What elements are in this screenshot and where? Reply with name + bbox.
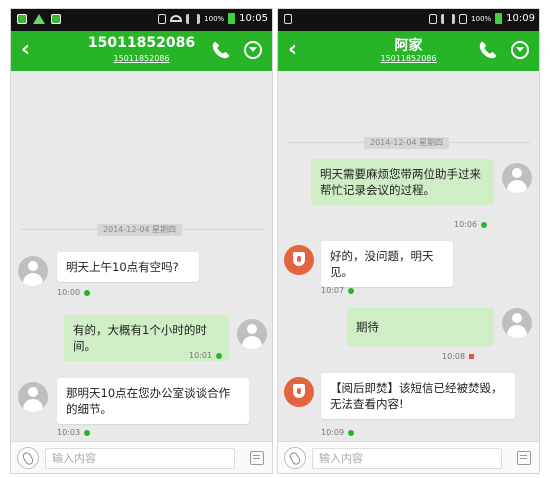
delivered-dot-icon [216,352,223,359]
home-icon [33,14,45,24]
message-time-text: 10:08 [442,352,466,361]
more-options-icon[interactable] [511,41,529,59]
call-icon[interactable] [210,39,232,61]
message-time-text: 10:01 [189,351,213,360]
contact-title: 15011852086 [87,35,196,51]
conversation-header: ‹ 15011852086 15011852086 [11,31,272,71]
message-time: 10:06 [454,220,488,229]
message-time-text: 10:03 [57,428,81,437]
contact-number[interactable]: 15011852086 [11,54,272,63]
message-time-text: 10:06 [454,220,478,229]
battery-icon [228,13,236,24]
message-list[interactable]: 2014-12-04 星期四 明天需要麻烦您带两位助手过来帮忙记录会议的过程。 … [278,71,539,441]
message-list[interactable]: 2014-12-04 星期四 明天上午10点有空吗? 10:00 有的，大概有1… [11,71,272,441]
message-bubble-outgoing[interactable]: 明天需要麻烦您带两位助手过来帮忙记录会议的过程。 [311,159,494,205]
status-bar: 100% 10:05 [11,9,272,31]
message-input[interactable]: 输入内容 [312,448,502,469]
call-icon[interactable] [477,39,499,61]
app-notification-icon [51,14,61,24]
lock-notification-icon [284,14,292,24]
conversation-header: ‹ 阿家 15011852086 [278,31,539,71]
attach-icon[interactable] [284,447,306,469]
status-flag-icon [469,354,475,359]
sms-notification-icon [17,14,27,24]
date-divider: 2014-12-04 星期四 [97,224,183,236]
burn-after-reading-avatar[interactable] [284,245,314,275]
signal-icon [441,13,456,24]
message-time: 10:09 [321,428,355,437]
delivered-dot-icon [348,429,355,436]
my-avatar[interactable] [237,319,267,349]
my-avatar[interactable] [502,308,532,338]
message-bubble-outgoing[interactable]: 期待 [347,308,494,346]
compose-bar: 输入内容 [11,441,272,473]
burn-after-reading-avatar[interactable] [284,377,314,407]
status-bar: 100% 10:09 [278,9,539,31]
battery-icon [495,13,503,24]
delivered-dot-icon [84,289,91,296]
message-time: 10:03 [57,428,91,437]
message-bubble-incoming[interactable]: 好的，没问题，明天见。 [321,241,453,287]
signal-icon [186,13,201,24]
message-time-text: 10:00 [57,288,81,297]
contact-number[interactable]: 15011852086 [278,54,539,63]
phone-screen-right: 100% 10:09 ‹ 阿家 15011852086 2014-12-04 星… [277,8,540,474]
delivered-dot-icon [481,221,488,228]
delivered-dot-icon [84,429,91,436]
contact-avatar[interactable] [18,382,48,412]
sim-icon [429,13,438,24]
date-divider: 2014-12-04 星期四 [364,137,450,149]
wifi-icon [170,15,183,22]
delivered-dot-icon [348,287,355,294]
quick-reply-icon[interactable] [250,451,264,465]
compose-bar: 输入内容 [278,441,539,473]
status-time: 10:09 [506,13,535,24]
more-options-icon[interactable] [244,41,262,59]
message-bubble-incoming[interactable]: 那明天10点在您办公室谈谈合作的细节。 [57,378,249,424]
message-time: 10:08 [442,352,475,361]
battery-percent: 100% [204,14,225,23]
sim-icon [158,13,167,24]
phone-screen-left: 100% 10:05 ‹ 15011852086 15011852086 201… [10,8,273,474]
message-time-text: 10:09 [321,428,345,437]
contact-avatar[interactable] [18,256,48,286]
message-input[interactable]: 输入内容 [45,448,235,469]
quick-reply-icon[interactable] [517,451,531,465]
message-time-text: 10:07 [321,286,345,295]
message-bubble-burned[interactable]: 【阅后即焚】该短信已经被焚毁，无法查看内容! [321,373,515,419]
message-time: 10:00 [57,288,91,297]
message-time: 10:01 [189,351,223,360]
message-time: 10:07 [321,286,355,295]
battery-percent: 100% [471,14,492,23]
contact-title: 阿家 [394,38,423,54]
message-bubble-incoming[interactable]: 明天上午10点有空吗? [57,252,199,282]
status-time: 10:05 [239,13,268,24]
vibrate-icon [459,13,468,24]
attach-icon[interactable] [17,447,39,469]
my-avatar[interactable] [502,163,532,193]
